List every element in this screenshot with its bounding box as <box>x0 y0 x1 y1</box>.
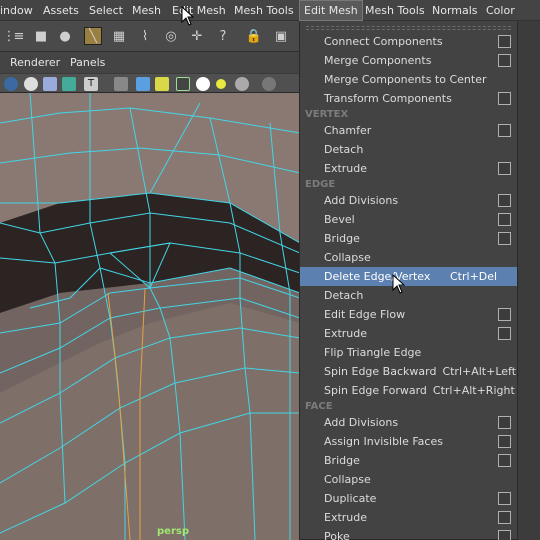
move-icon[interactable]: ✛ <box>188 27 206 45</box>
option-box-icon[interactable] <box>498 194 511 207</box>
mouse-cursor-icon <box>392 274 406 294</box>
channel-box-edge <box>518 21 540 540</box>
snap-icon[interactable]: ≡ <box>10 27 28 45</box>
ao-icon[interactable] <box>235 77 249 91</box>
menu-item-assign-invisible-faces[interactable]: Assign Invisible Faces <box>300 432 517 451</box>
curve-icon[interactable]: ⌇ <box>136 27 154 45</box>
menu-item-poke[interactable]: Poke <box>300 527 517 540</box>
sphere-icon[interactable]: ● <box>56 27 74 45</box>
shortcut-label: Ctrl+Del <box>450 270 498 283</box>
mouse-cursor-icon <box>181 6 195 26</box>
render-icon[interactable]: ▣ <box>272 27 290 45</box>
menu-item-delete-edge-vertex[interactable]: Delete Edge/Vertex Ctrl+Del <box>300 267 517 286</box>
multi-cut-icon[interactable]: ╲ <box>84 27 102 45</box>
section-vertex: VERTEX <box>305 109 349 120</box>
shaded-icon[interactable] <box>4 77 18 91</box>
option-box-icon[interactable] <box>498 308 511 321</box>
cube-view-icon[interactable] <box>136 77 150 91</box>
option-box-icon[interactable] <box>498 435 511 448</box>
menu-item-face-extrude[interactable]: Extrude <box>300 508 517 527</box>
menu-renderer[interactable]: Renderer <box>10 52 60 73</box>
menu-item-vertex-detach[interactable]: Detach <box>300 140 517 159</box>
option-box-icon[interactable] <box>498 416 511 429</box>
menu-item-chamfer[interactable]: Chamfer <box>300 121 517 140</box>
panel-menubar: Renderer Panels <box>0 52 300 73</box>
menu-item-edge-collapse[interactable]: Collapse <box>300 248 517 267</box>
menu-window[interactable]: indow <box>0 0 37 21</box>
menu-item-edge-extrude[interactable]: Extrude <box>300 324 517 343</box>
lock-icon[interactable]: 🔒 <box>245 27 263 45</box>
menu-edit-mesh[interactable]: Edit Mesh <box>299 0 363 21</box>
menu-item-flip-triangle-edge[interactable]: Flip Triangle Edge <box>300 343 517 362</box>
menu-item-merge-to-center[interactable]: Merge Components to Center <box>300 70 517 89</box>
option-box-icon[interactable] <box>498 511 511 524</box>
option-box-icon[interactable] <box>498 35 511 48</box>
light-icon[interactable] <box>216 79 226 89</box>
menu-item-duplicate[interactable]: Duplicate <box>300 489 517 508</box>
section-face: FACE <box>305 401 333 412</box>
option-box-icon[interactable] <box>498 124 511 137</box>
menu-select[interactable]: Select <box>85 0 127 21</box>
menu-edit-mesh-shelf[interactable]: Edit Mesh <box>168 0 230 21</box>
menu-mesh-tools-shelf[interactable]: Mesh Tools <box>230 0 298 21</box>
shortcut-label: Ctrl+Alt+Left <box>442 365 517 378</box>
menu-mesh[interactable]: Mesh <box>128 0 165 21</box>
menu-item-merge-components[interactable]: Merge Components <box>300 51 517 70</box>
option-box-icon[interactable] <box>498 454 511 467</box>
target-icon[interactable]: ◎ <box>162 27 180 45</box>
motion-blur-icon[interactable] <box>262 77 276 91</box>
option-box-icon[interactable] <box>498 92 511 105</box>
grid-icon[interactable]: ▦ <box>110 27 128 45</box>
viewport-toolbar: T <box>0 73 300 93</box>
menu-item-edge-detach[interactable]: Detach <box>300 286 517 305</box>
mesh-wireframe <box>0 93 300 540</box>
menu-item-bevel[interactable]: Bevel <box>300 210 517 229</box>
shortcut-label: Ctrl+Alt+Right <box>432 384 515 397</box>
select-highlight-icon[interactable] <box>155 77 169 91</box>
xray-icon[interactable] <box>43 77 57 91</box>
perspective-viewport[interactable] <box>0 93 300 540</box>
menu-item-edge-bridge[interactable]: Bridge <box>300 229 517 248</box>
section-edge: EDGE <box>305 179 336 190</box>
tearoff-handle[interactable] <box>306 26 511 30</box>
menu-item-edit-edge-flow[interactable]: Edit Edge Flow <box>300 305 517 324</box>
option-box-icon[interactable] <box>498 162 511 175</box>
option-box-icon[interactable] <box>498 54 511 67</box>
menu-item-edge-add-divisions[interactable]: Add Divisions <box>300 191 517 210</box>
camera-label: persp <box>157 526 189 537</box>
menu-item-spin-edge-backward[interactable]: Spin Edge Backward Ctrl+Alt+Left <box>300 362 517 381</box>
menu-item-transform-components[interactable]: Transform Components <box>300 89 517 108</box>
main-menubar: indow Assets Select Mesh Edit Mesh Mesh … <box>0 0 540 21</box>
menu-item-vertex-extrude[interactable]: Extrude <box>300 159 517 178</box>
edit-mesh-menu: Connect Components Merge Components Merg… <box>299 21 518 540</box>
wireframe-shaded-icon[interactable] <box>24 77 38 91</box>
tool-shelf: ⋮ ≡ ■ ● ╲ ▦ ⌇ ◎ ✛ ? 🔒 ▣ <box>0 21 300 52</box>
menu-normals[interactable]: Normals <box>428 0 482 21</box>
frame-icon[interactable] <box>176 77 190 91</box>
option-box-icon[interactable] <box>498 213 511 226</box>
menu-item-face-collapse[interactable]: Collapse <box>300 470 517 489</box>
menu-color[interactable]: Color <box>482 0 519 21</box>
menu-mesh-tools[interactable]: Mesh Tools <box>361 0 429 21</box>
cube-icon[interactable]: ■ <box>32 27 50 45</box>
menu-panels[interactable]: Panels <box>70 52 105 73</box>
option-box-icon[interactable] <box>498 327 511 340</box>
help-icon[interactable]: ? <box>214 27 232 45</box>
menu-item-connect-components[interactable]: Connect Components <box>300 32 517 51</box>
menu-item-face-bridge[interactable]: Bridge <box>300 451 517 470</box>
isolate-icon[interactable] <box>62 77 76 91</box>
box-view-icon[interactable] <box>114 77 128 91</box>
option-box-icon[interactable] <box>498 232 511 245</box>
option-box-icon[interactable] <box>498 530 511 540</box>
checker-icon[interactable] <box>196 77 210 91</box>
menu-assets[interactable]: Assets <box>39 0 83 21</box>
menu-item-spin-edge-forward[interactable]: Spin Edge Forward Ctrl+Alt+Right <box>300 381 517 400</box>
texture-icon[interactable]: T <box>84 77 98 91</box>
menu-item-face-add-divisions[interactable]: Add Divisions <box>300 413 517 432</box>
option-box-icon[interactable] <box>498 492 511 505</box>
